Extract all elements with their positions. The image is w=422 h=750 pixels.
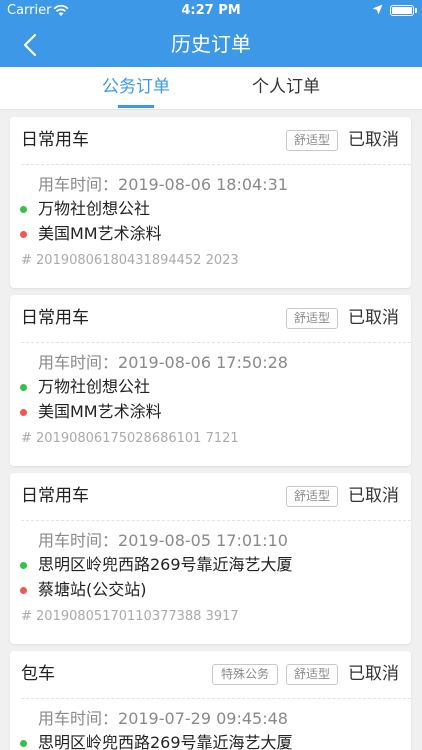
location-arrow-icon — [372, 4, 383, 15]
car-class-tag: 舒适型 — [286, 308, 338, 329]
order-type: 包车 — [21, 664, 55, 684]
order-tabs: 公务订单 个人订单 — [0, 67, 422, 110]
order-status: 已取消 — [348, 130, 399, 150]
status-bar: Carrier 4:27 PM — [0, 0, 422, 22]
card-divider — [21, 520, 411, 521]
order-card[interactable]: 包车 特殊公务 舒适型 已取消 用车时间：2019-07-29 09:45:48… — [10, 651, 411, 750]
order-type: 日常用车 — [21, 486, 89, 506]
end-point-icon — [20, 231, 27, 238]
card-divider — [21, 164, 411, 165]
start-location: 万物社创想公社 — [38, 377, 151, 396]
end-location: 蔡塘站(公交站) — [38, 580, 147, 599]
start-point-icon — [20, 562, 27, 569]
card-divider — [21, 698, 411, 699]
end-location: 美国MM艺术涂料 — [38, 402, 162, 421]
order-number: # 20190806180431894452 2023 — [21, 253, 239, 268]
page-title: 历史订单 — [171, 32, 251, 56]
order-card[interactable]: 日常用车 舒适型 已取消 用车时间：2019-08-05 17:01:10 思明… — [10, 473, 411, 644]
card-divider — [21, 342, 411, 343]
battery-tip — [415, 8, 417, 13]
end-location: 美国MM艺术涂料 — [38, 224, 162, 243]
car-class-tag: 舒适型 — [286, 664, 338, 685]
tab-official-orders[interactable]: 公务订单 — [86, 67, 186, 110]
use-time: 用车时间：2019-08-06 18:04:31 — [38, 175, 288, 194]
start-point-icon — [20, 384, 27, 391]
order-status: 已取消 — [348, 664, 399, 684]
status-time: 4:27 PM — [181, 3, 241, 18]
header: Carrier 4:27 PM 历史订单 — [0, 0, 422, 67]
order-status: 已取消 — [348, 486, 399, 506]
start-point-icon — [20, 206, 27, 213]
order-number: # 20190806175028686101 7121 — [21, 431, 239, 446]
use-time: 用车时间：2019-08-06 17:50:28 — [38, 353, 288, 372]
order-card[interactable]: 日常用车 舒适型 已取消 用车时间：2019-08-06 18:04:31 万物… — [10, 117, 411, 288]
battery-icon — [390, 5, 414, 16]
tab-personal-orders[interactable]: 个人订单 — [236, 67, 336, 110]
start-location: 思明区岭兜西路269号靠近海艺大厦 — [38, 733, 293, 750]
order-type: 日常用车 — [21, 130, 89, 150]
order-type: 日常用车 — [21, 308, 89, 328]
active-tab-indicator — [118, 105, 154, 108]
use-time: 用车时间：2019-07-29 09:45:48 — [38, 709, 288, 728]
use-time: 用车时间：2019-08-05 17:01:10 — [38, 531, 288, 550]
start-location: 思明区岭兜西路269号靠近海艺大厦 — [38, 555, 293, 574]
order-status: 已取消 — [348, 308, 399, 328]
car-class-tag: 舒适型 — [286, 486, 338, 507]
special-business-tag: 特殊公务 — [212, 664, 278, 685]
order-card[interactable]: 日常用车 舒适型 已取消 用车时间：2019-08-06 17:50:28 万物… — [10, 295, 411, 466]
end-point-icon — [20, 587, 27, 594]
start-point-icon — [20, 740, 27, 747]
end-point-icon — [20, 409, 27, 416]
order-number: # 20190805170110377388 3917 — [21, 609, 239, 624]
start-location: 万物社创想公社 — [38, 199, 151, 218]
car-class-tag: 舒适型 — [286, 130, 338, 151]
